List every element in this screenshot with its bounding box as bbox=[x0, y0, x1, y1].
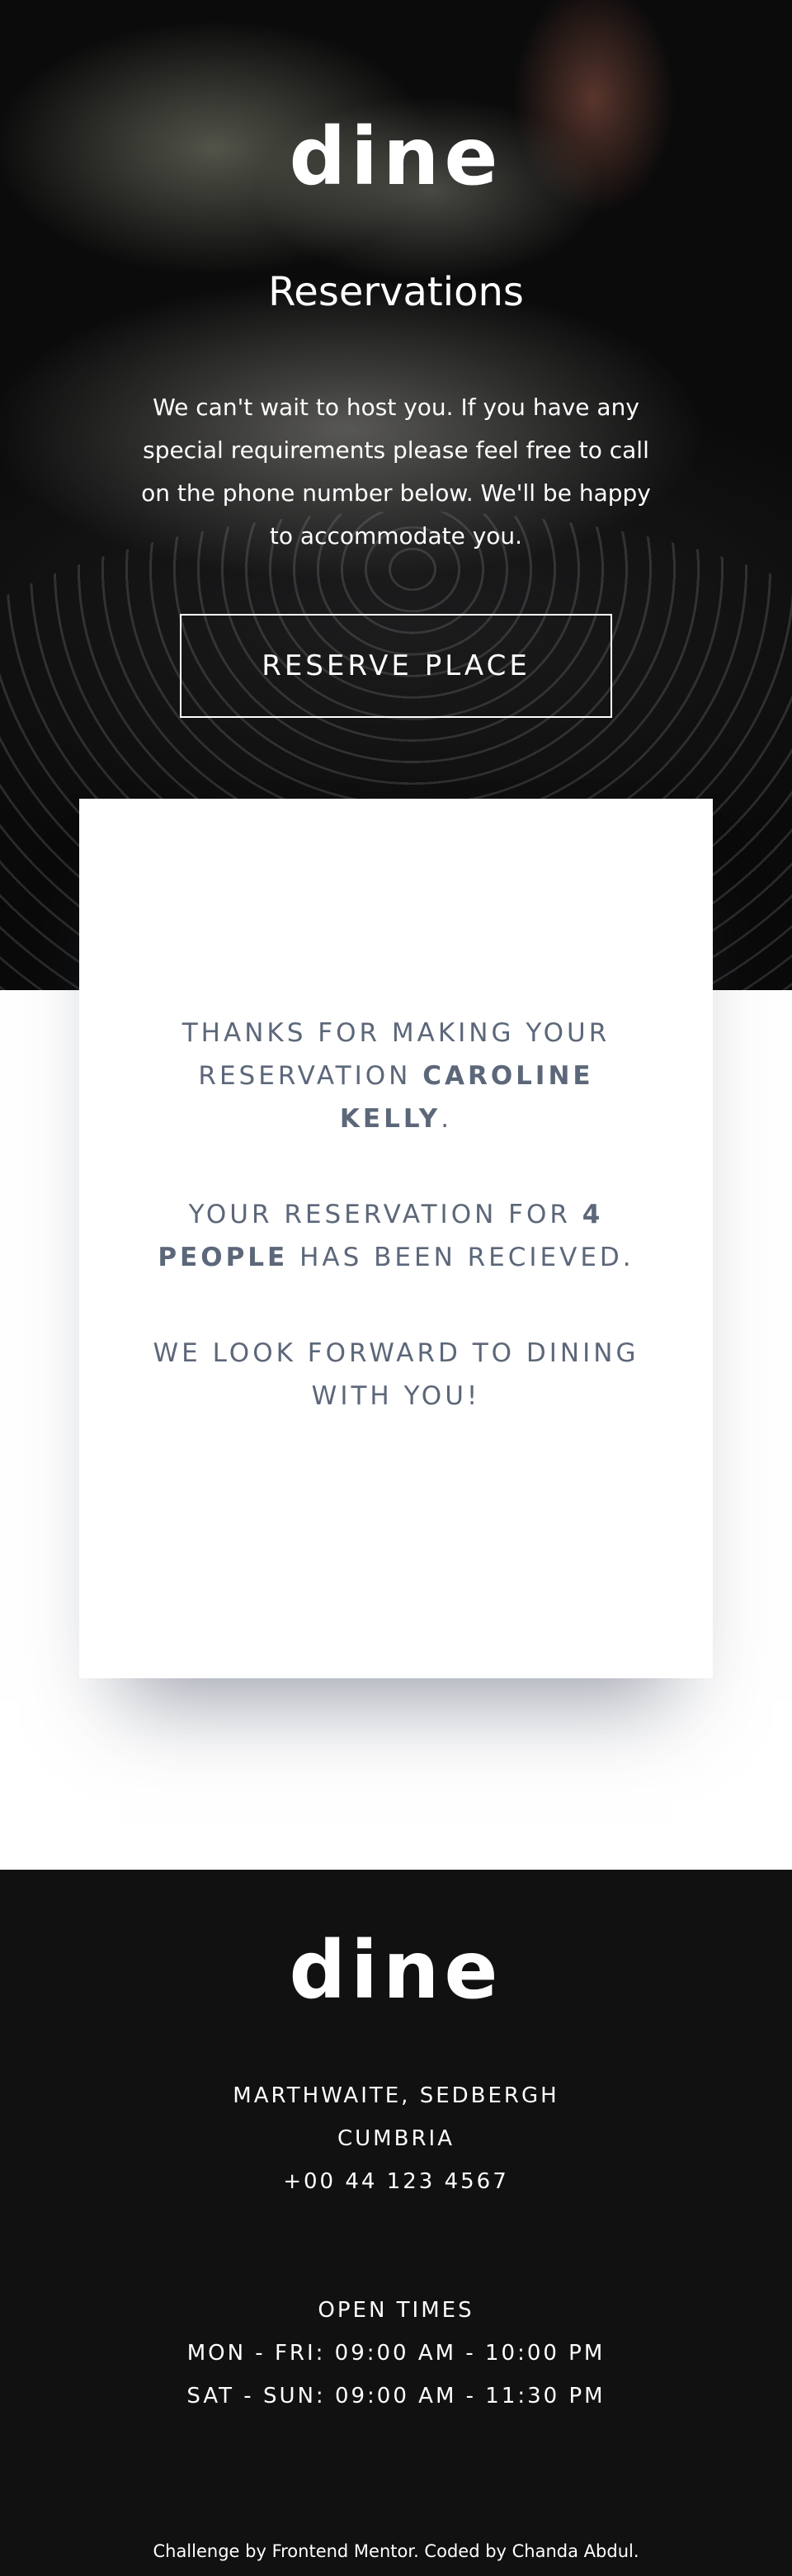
phone-number: +00 44 123 4567 bbox=[283, 2169, 509, 2194]
hours-weekdays: MON - FRI: 09:00 AM - 10:00 PM bbox=[186, 2341, 606, 2366]
hero-description: We can't wait to host you. If you have a… bbox=[141, 394, 651, 550]
party-suffix: HAS BEEN RECIEVED. bbox=[288, 1243, 634, 1272]
frontend-mentor-link[interactable]: Frontend Mentor bbox=[272, 2541, 414, 2561]
party-size-message: YOUR RESERVATION FOR 4 PEOPLE HAS BEEN R… bbox=[145, 1193, 647, 1279]
party-prefix: YOUR RESERVATION FOR bbox=[188, 1200, 582, 1229]
thanks-message: THANKS FOR MAKING YOUR RESERVATION CAROL… bbox=[145, 1012, 647, 1140]
credit-suffix: . bbox=[633, 2541, 639, 2561]
attribution: Challenge by Frontend Mentor. Coded by C… bbox=[0, 2538, 792, 2564]
thanks-suffix: . bbox=[441, 1104, 453, 1134]
footer-open-times: OPEN TIMES MON - FRI: 09:00 AM - 10:00 P… bbox=[0, 2289, 792, 2418]
header-logo[interactable]: dine bbox=[0, 117, 792, 196]
closing-message: WE LOOK FORWARD TO DINING WITH YOU! bbox=[153, 1338, 639, 1411]
address-line-1: MARTHWAITE, SEDBERGH bbox=[233, 2083, 559, 2108]
open-times-heading: OPEN TIMES bbox=[318, 2298, 474, 2323]
credit-middle: . Coded by bbox=[413, 2541, 512, 2561]
credit-prefix: Challenge by bbox=[153, 2541, 272, 2561]
page-title: Reservations bbox=[268, 269, 524, 315]
author-link[interactable]: Chanda Abdul bbox=[512, 2541, 634, 2561]
footer-logo[interactable]: dine bbox=[0, 1931, 792, 2010]
hours-weekend: SAT - SUN: 09:00 AM - 11:30 PM bbox=[186, 2384, 606, 2409]
address-line-2: CUMBRIA bbox=[337, 2126, 455, 2151]
footer-address: MARTHWAITE, SEDBERGH CUMBRIA +00 44 123 … bbox=[0, 2074, 792, 2203]
confirmation-card: THANKS FOR MAKING YOUR RESERVATION CAROL… bbox=[79, 799, 713, 1678]
reserve-place-button[interactable]: RESERVE PLACE bbox=[180, 614, 612, 718]
